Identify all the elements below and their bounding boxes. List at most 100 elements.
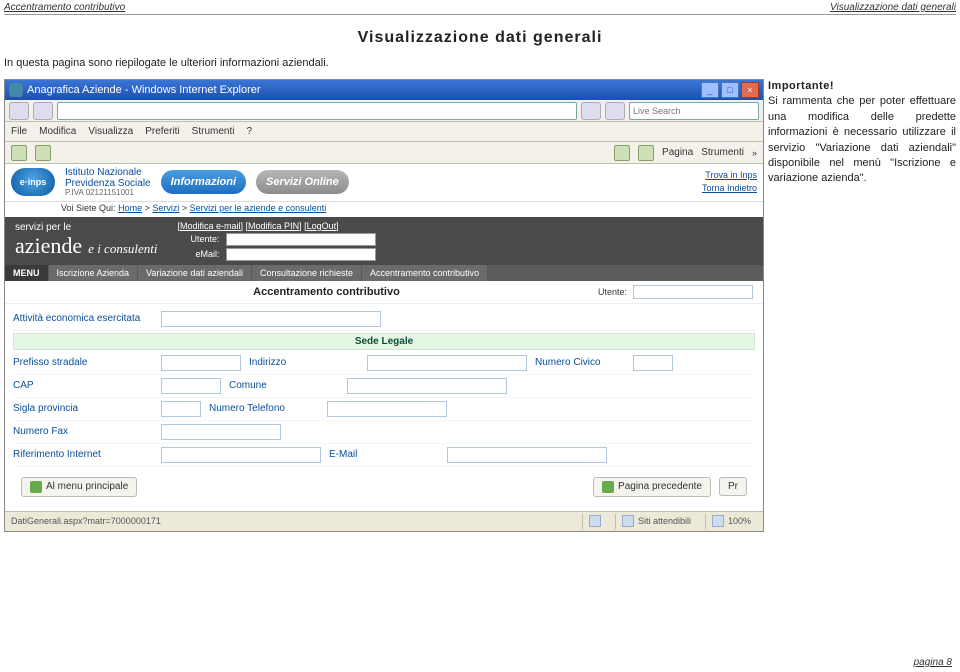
browser-statusbar: DatiGenerali.aspx?matr=7000000171 Siti a…	[5, 511, 763, 531]
refresh-button[interactable]	[581, 102, 601, 120]
field-riferimento[interactable]	[161, 447, 321, 463]
favorites-icon[interactable]	[11, 145, 27, 161]
field-prefisso[interactable]	[161, 355, 241, 371]
link-modifica-email[interactable]: [Modifica e-mail]	[178, 221, 244, 231]
btn-pagina-precedente[interactable]: Pagina precedente	[593, 477, 711, 497]
field-indirizzo[interactable]	[367, 355, 527, 371]
page-number: pagina 8	[914, 657, 952, 668]
breadcrumb-servizi[interactable]: Servizi	[152, 203, 179, 213]
field-cap[interactable]	[161, 378, 221, 394]
embedded-screenshot: Anagrafica Aziende - Windows Internet Ex…	[4, 79, 764, 532]
action-row: Al menu principale Pagina precedente Pr	[13, 467, 755, 507]
toolbar-page-label[interactable]: Pagina	[662, 147, 693, 158]
lbl-fax: Numero Fax	[13, 426, 153, 437]
zoom-icon	[712, 515, 724, 527]
site-header: e·inps Istituto Nazionale Previdenza Soc…	[5, 164, 763, 202]
tab-servizi-online[interactable]: Servizi Online	[256, 170, 349, 194]
field-email[interactable]	[447, 447, 607, 463]
lbl-attivita: Attività economica esercitata	[13, 313, 153, 324]
content-subheader: Accentramento contributivo Utente:	[5, 281, 763, 304]
window-titlebar: Anagrafica Aziende - Windows Internet Ex…	[5, 80, 763, 100]
status-url: DatiGenerali.aspx?matr=7000000171	[11, 516, 161, 526]
lbl-cap: CAP	[13, 380, 153, 391]
check-icon	[622, 515, 634, 527]
home-icon[interactable]	[614, 145, 630, 161]
toolbar-tools-label[interactable]: Strumenti	[701, 147, 744, 158]
breadcrumb-home[interactable]: Home	[118, 203, 142, 213]
menu-tab-accentramento[interactable]: Accentramento contributivo	[362, 265, 487, 281]
btn-menu-principale[interactable]: Al menu principale	[21, 477, 137, 497]
menu-edit[interactable]: Modifica	[39, 126, 76, 137]
dark-user-value	[226, 233, 376, 246]
dark-email-value	[226, 248, 376, 261]
ie-icon	[9, 83, 23, 97]
svc-prefix: servizi per le	[15, 222, 158, 233]
arrow-left-icon	[602, 481, 614, 493]
menu-file[interactable]: File	[11, 126, 27, 137]
subheader-user-value	[633, 285, 753, 299]
corner-links: Trova in Inps Torna Indietro	[702, 169, 757, 196]
dark-user-label: Utente:	[178, 234, 220, 244]
org-name: Istituto Nazionale Previdenza Sociale P.…	[65, 167, 151, 198]
address-bar[interactable]	[57, 102, 577, 120]
minimize-button[interactable]: _	[701, 82, 719, 98]
stop-button[interactable]	[605, 102, 625, 120]
link-trova-in-inps[interactable]: Trova in Inps	[702, 169, 757, 183]
arrow-left-icon	[30, 481, 42, 493]
page-title: Visualizzazione dati generali	[0, 29, 960, 47]
back-button[interactable]	[9, 102, 29, 120]
page-running-header: Accentramento contributivo Visualizzazio…	[0, 0, 960, 13]
inps-logo: e·inps	[11, 168, 55, 196]
browser-toolbar: Pagina Strumenti »	[5, 142, 763, 164]
status-trusted: Siti attendibili	[638, 516, 691, 526]
browser-menubar: File Modifica Visualizza Preferiti Strum…	[5, 122, 763, 142]
menu-tools[interactable]: Strumenti	[192, 126, 235, 137]
section-menu: MENU Iscrizione Azienda Variazione dati …	[5, 265, 763, 281]
consulenti-word: e i consulenti	[88, 241, 157, 257]
menu-tab-iscrizione[interactable]: Iscrizione Azienda	[49, 265, 138, 281]
field-telefono[interactable]	[327, 401, 447, 417]
lbl-email: E-Mail	[329, 449, 439, 460]
link-logout[interactable]: [LogOut]	[304, 221, 339, 231]
menu-favorites[interactable]: Preferiti	[145, 126, 179, 137]
menu-help[interactable]: ?	[246, 126, 252, 137]
lbl-sigla: Sigla provincia	[13, 403, 153, 414]
note-heading: Importante!	[768, 79, 956, 94]
menu-tab-consultazione[interactable]: Consultazione richieste	[252, 265, 361, 281]
print-icon[interactable]	[638, 145, 654, 161]
link-torna-indietro[interactable]: Torna Indietro	[702, 182, 757, 196]
subheader-title: Accentramento contributivo	[115, 286, 538, 298]
header-rule	[4, 14, 956, 15]
note-body: Si rammenta che per poter effettuare una…	[768, 94, 956, 186]
lbl-prefisso: Prefisso stradale	[13, 357, 153, 368]
lbl-riferimento: Riferimento Internet	[13, 449, 153, 460]
section-sede-legale: Sede Legale	[13, 333, 755, 350]
subheader-user-label: Utente:	[598, 287, 627, 297]
close-button[interactable]: ×	[741, 82, 759, 98]
link-modifica-pin[interactable]: [Modifica PIN]	[246, 221, 302, 231]
status-zoom: 100%	[728, 516, 751, 526]
field-fax[interactable]	[161, 424, 281, 440]
shield-icon	[589, 515, 601, 527]
header-left: Accentramento contributivo	[4, 2, 125, 13]
browser-search-box[interactable]: Live Search	[629, 102, 759, 120]
form-area: Attività economica esercitata Sede Legal…	[5, 304, 763, 511]
menu-tab-variazione[interactable]: Variazione dati aziendali	[138, 265, 251, 281]
side-note: Importante! Si rammenta che per poter ef…	[768, 79, 956, 532]
address-toolbar: Live Search	[5, 100, 763, 122]
menu-tab-menu[interactable]: MENU	[5, 265, 48, 281]
tab-informazioni[interactable]: Informazioni	[161, 170, 246, 194]
dark-banner: servizi per le aziende e i consulenti [M…	[5, 217, 763, 265]
lbl-indirizzo: Indirizzo	[249, 357, 359, 368]
field-sigla[interactable]	[161, 401, 201, 417]
breadcrumb-leaf[interactable]: Servizi per le aziende e consulenti	[190, 203, 327, 213]
btn-next-truncated[interactable]: Pr	[719, 477, 747, 496]
feeds-icon[interactable]	[35, 145, 51, 161]
menu-view[interactable]: Visualizza	[88, 126, 133, 137]
header-right: Visualizzazione dati generali	[830, 2, 956, 13]
field-attivita[interactable]	[161, 311, 381, 327]
field-comune[interactable]	[347, 378, 507, 394]
maximize-button[interactable]: □	[721, 82, 739, 98]
field-civico[interactable]	[633, 355, 673, 371]
forward-button[interactable]	[33, 102, 53, 120]
